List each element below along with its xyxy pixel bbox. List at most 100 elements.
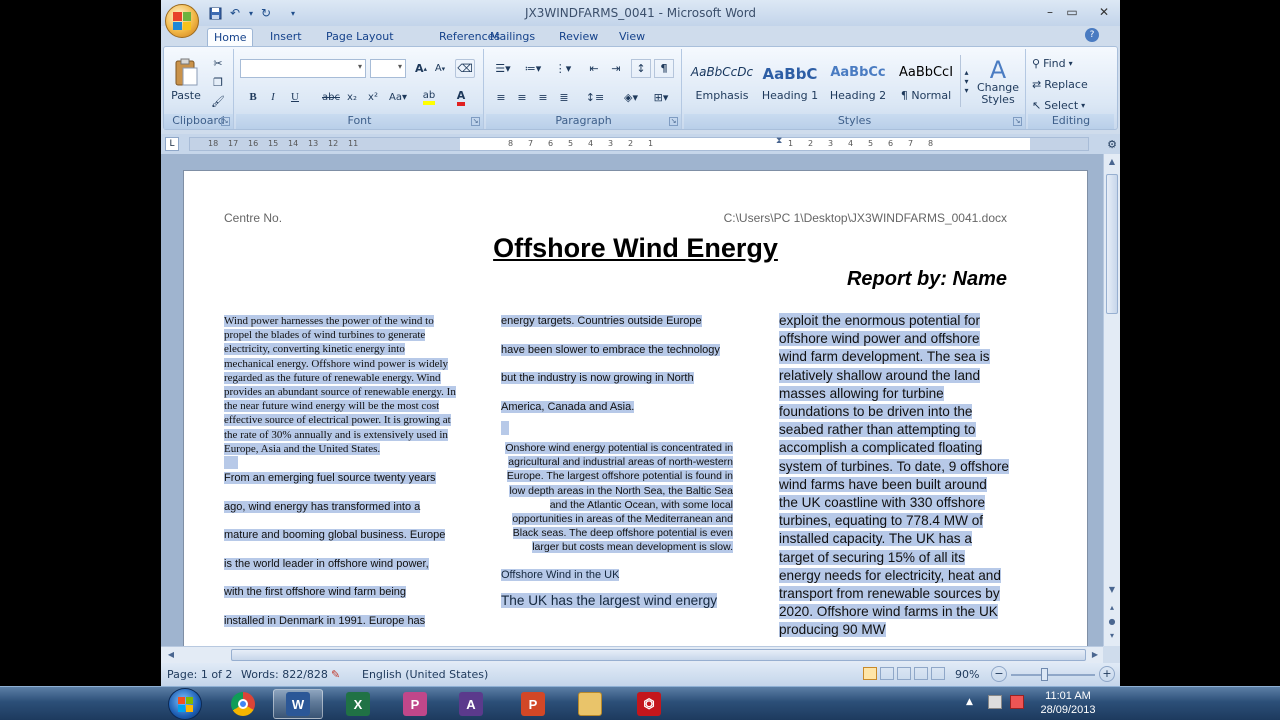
zoom-in-icon[interactable]: + bbox=[1099, 666, 1115, 682]
find-button[interactable]: ⚲ Find ▾ bbox=[1032, 55, 1073, 71]
tab-page-layout[interactable]: Page Layout bbox=[320, 28, 400, 47]
system-clock[interactable]: 11:01 AM 28/09/2013 bbox=[1036, 689, 1100, 717]
proofing-icon[interactable]: ✎ bbox=[331, 668, 340, 681]
undo-icon[interactable]: ↶ bbox=[227, 5, 243, 21]
scroll-right-icon[interactable]: ▶ bbox=[1089, 649, 1101, 661]
office-button[interactable] bbox=[165, 4, 199, 38]
subscript-button[interactable]: x₂ bbox=[343, 87, 361, 107]
highlight-color-icon[interactable]: ab bbox=[418, 87, 440, 107]
web-layout-icon[interactable] bbox=[897, 667, 911, 680]
horizontal-scroll-thumb[interactable] bbox=[231, 649, 1086, 661]
document-page[interactable]: Centre No. C:\Users\PC 1\Desktop\JX3WIND… bbox=[183, 170, 1088, 646]
replace-button[interactable]: ⇄ Replace bbox=[1032, 76, 1088, 92]
style-normal[interactable]: AaBbCcI ¶ Normal bbox=[894, 59, 958, 109]
customize-qat-icon[interactable]: ▾ bbox=[285, 5, 301, 21]
maximize-button[interactable]: ▭ bbox=[1059, 3, 1085, 21]
view-ruler-icon[interactable]: ⚙ bbox=[1105, 137, 1119, 151]
cut-icon[interactable]: ✂ bbox=[210, 55, 226, 71]
font-size-combo[interactable]: ▾ bbox=[370, 59, 406, 78]
zoom-slider-thumb[interactable] bbox=[1041, 668, 1048, 681]
help-icon[interactable]: ? bbox=[1085, 28, 1099, 42]
styles-scroll-icon[interactable]: ▴ ▾ ▾ bbox=[960, 55, 972, 107]
shrink-font-icon[interactable]: A ▾ bbox=[431, 59, 449, 78]
page-count[interactable]: Page: 1 of 2 bbox=[167, 668, 232, 681]
tab-insert[interactable]: Insert bbox=[264, 28, 308, 47]
superscript-button[interactable]: x² bbox=[364, 87, 382, 107]
column1-spaced-lines[interactable]: From an emerging fuel source twenty year… bbox=[224, 464, 456, 635]
borders-icon[interactable]: ⊞▾ bbox=[648, 87, 674, 107]
align-left-icon[interactable]: ≡ bbox=[492, 87, 510, 107]
document-area[interactable]: Centre No. C:\Users\PC 1\Desktop\JX3WIND… bbox=[161, 154, 1103, 646]
bullets-icon[interactable]: ☰▾ bbox=[490, 59, 516, 78]
copy-icon[interactable]: ❐ bbox=[210, 74, 226, 90]
multilevel-list-icon[interactable]: ⋮▾ bbox=[550, 59, 576, 78]
taskbar-explorer[interactable] bbox=[565, 689, 615, 719]
taskbar-acrobat[interactable]: ⏣ bbox=[624, 689, 674, 719]
outline-icon[interactable] bbox=[914, 667, 928, 680]
bold-button[interactable]: B bbox=[244, 87, 262, 107]
format-painter-icon[interactable]: 🖌 bbox=[210, 93, 226, 109]
zoom-slider[interactable] bbox=[1011, 674, 1095, 676]
sort-icon[interactable]: ↕ bbox=[631, 59, 651, 78]
strikethrough-button[interactable]: abc bbox=[321, 87, 341, 107]
print-layout-icon[interactable] bbox=[863, 667, 877, 680]
full-screen-reading-icon[interactable] bbox=[880, 667, 894, 680]
styles-launcher-icon[interactable]: ↘ bbox=[1013, 117, 1022, 126]
show-formatting-icon[interactable]: ¶ bbox=[654, 59, 674, 78]
clipboard-launcher-icon[interactable]: ↘ bbox=[221, 117, 230, 126]
column2-spaced-lines[interactable]: energy targets. Countries outside Europe… bbox=[501, 307, 733, 421]
tab-review[interactable]: Review bbox=[553, 28, 604, 47]
taskbar-powerpoint[interactable]: P bbox=[390, 689, 440, 719]
justify-icon[interactable]: ≣ bbox=[555, 87, 573, 107]
undo-dropdown-icon[interactable]: ▾ bbox=[243, 5, 259, 21]
change-styles-button[interactable]: A Change Styles bbox=[976, 53, 1020, 111]
column3-paragraph[interactable]: exploit the enormous potential for offsh… bbox=[779, 312, 1009, 640]
tab-mailings[interactable]: Mailings bbox=[484, 28, 541, 47]
increase-indent-icon[interactable]: ⇥ bbox=[606, 59, 626, 78]
select-button[interactable]: ↖ Select ▾ bbox=[1032, 97, 1085, 113]
style-heading-2[interactable]: AaBbCc Heading 2 bbox=[826, 59, 890, 109]
font-launcher-icon[interactable]: ↘ bbox=[471, 117, 480, 126]
horizontal-scrollbar[interactable]: ◀ ▶ bbox=[161, 646, 1103, 663]
paragraph-launcher-icon[interactable]: ↘ bbox=[669, 117, 678, 126]
previous-page-icon[interactable]: ▴ bbox=[1106, 602, 1118, 614]
taskbar-chrome[interactable] bbox=[218, 689, 268, 719]
decrease-indent-icon[interactable]: ⇤ bbox=[584, 59, 604, 78]
scroll-up-icon[interactable]: ▲ bbox=[1106, 156, 1118, 168]
word-count[interactable]: Words: 822/828 bbox=[241, 668, 328, 681]
select-browse-object-icon[interactable]: ● bbox=[1106, 616, 1118, 628]
indent-marker-icon[interactable]: ⧗ bbox=[776, 136, 784, 152]
taskbar-powerpoint-viewer[interactable]: P bbox=[508, 689, 558, 719]
network-icon[interactable] bbox=[988, 695, 1002, 709]
line-spacing-icon[interactable]: ↕≡ bbox=[582, 87, 608, 107]
language-indicator[interactable]: English (United States) bbox=[362, 668, 488, 681]
start-button[interactable] bbox=[168, 688, 202, 720]
ruler-bar[interactable]: 18 17 16 15 14 13 12 11 8 7 6 5 4 3 2 1 1 2 3 4 5 6 7 8 ⧗ bbox=[189, 136, 1089, 152]
vertical-scroll-thumb[interactable] bbox=[1106, 174, 1118, 314]
draft-icon[interactable] bbox=[931, 667, 945, 680]
next-page-icon[interactable]: ▾ bbox=[1106, 630, 1118, 642]
vertical-scrollbar[interactable]: ▲ ▼ ▴ ● ▾ bbox=[1103, 154, 1120, 646]
scroll-down-icon[interactable]: ▼ bbox=[1106, 584, 1118, 596]
tab-home[interactable]: Home bbox=[207, 28, 254, 47]
column2-paragraph2[interactable]: Onshore wind energy potential is concent… bbox=[501, 441, 733, 555]
text-column-1[interactable]: Wind power harnesses the power of the wi… bbox=[224, 314, 456, 635]
redo-icon[interactable]: ↻ bbox=[258, 5, 274, 21]
tab-view[interactable]: View bbox=[613, 28, 651, 47]
tray-expand-icon[interactable]: ▲ bbox=[966, 697, 973, 707]
change-case-button[interactable]: Aa▾ bbox=[386, 87, 410, 107]
zoom-level[interactable]: 90% bbox=[955, 668, 979, 681]
scroll-left-icon[interactable]: ◀ bbox=[165, 649, 177, 661]
grow-font-icon[interactable]: A ▴ bbox=[412, 59, 430, 78]
align-center-icon[interactable]: ≡ bbox=[513, 87, 531, 107]
underline-button[interactable]: U bbox=[286, 87, 304, 107]
align-right-icon[interactable]: ≡ bbox=[534, 87, 552, 107]
taskbar-word[interactable]: W bbox=[273, 689, 323, 719]
italic-button[interactable]: I bbox=[264, 87, 282, 107]
save-icon[interactable] bbox=[207, 5, 223, 21]
font-color-icon[interactable]: A bbox=[450, 87, 472, 107]
font-name-combo[interactable]: ▾ bbox=[240, 59, 366, 78]
text-column-3[interactable]: exploit the enormous potential for offsh… bbox=[779, 312, 1009, 640]
tab-selector-icon[interactable]: L bbox=[165, 137, 179, 151]
style-emphasis[interactable]: AaBbCcDc Emphasis bbox=[690, 59, 754, 109]
